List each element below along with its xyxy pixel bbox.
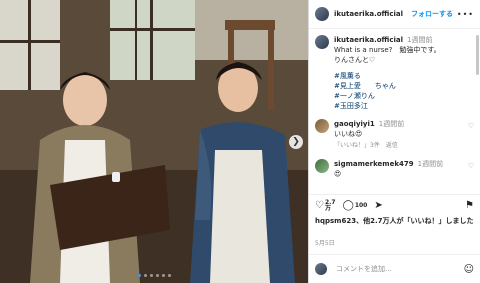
- likes-summary: hqpsm623、他2.7万人が「いいね！」しました: [315, 216, 475, 226]
- hashtag-link[interactable]: #見上愛 ちゃん: [334, 81, 474, 91]
- heart-icon[interactable]: ♡: [468, 122, 474, 130]
- heart-icon[interactable]: ♡: [468, 162, 474, 170]
- header-username[interactable]: ikutaerika.official: [334, 10, 403, 18]
- comments-area[interactable]: ikutaerika.official 1週間前 What is a nurse?…: [309, 29, 480, 201]
- reply-button[interactable]: 返信: [386, 142, 398, 149]
- avatar[interactable]: [315, 119, 329, 133]
- comment-item: gaoqiyiyi1 1週間前 いいね😍 「いいね！」3件 返信 ♡: [315, 119, 474, 151]
- hashtag-link[interactable]: #風薫る: [334, 71, 474, 81]
- caption: ikutaerika.official 1週間前 What is a nurse?…: [315, 35, 474, 111]
- comment-username[interactable]: gaoqiyiyi1: [334, 120, 375, 128]
- avatar[interactable]: [315, 159, 329, 173]
- carousel-dot[interactable]: [155, 274, 159, 277]
- hashtag-link[interactable]: #一ノ瀬りん: [334, 91, 474, 101]
- comment-time: 1週間前: [378, 120, 405, 128]
- avatar[interactable]: [315, 7, 329, 21]
- comments-count: 100: [354, 201, 368, 209]
- bookmark-icon[interactable]: ⚑: [465, 200, 474, 211]
- post-photo[interactable]: ❯: [0, 0, 308, 283]
- comment-icon[interactable]: ◯: [343, 200, 354, 211]
- like-button[interactable]: ♡ 2.7 万: [315, 199, 336, 212]
- comment-likes[interactable]: 「いいね！」3件: [334, 142, 380, 149]
- likes-count-unit: 万: [324, 204, 331, 212]
- likes-summary-text[interactable]: 他2.7万人が「いいね！」しました: [363, 217, 473, 225]
- carousel-dot[interactable]: [137, 274, 141, 277]
- comment-item: sigmamerkemek479 1週間前 😍 ♡: [315, 159, 474, 179]
- comment-time: 1週間前: [417, 160, 444, 168]
- carousel-dots: [0, 274, 308, 277]
- add-comment-bar: コメントを追加... ☺: [309, 254, 480, 283]
- post-modal: ❯ ikutaerika.official フォローする ••• ikutaer…: [0, 0, 480, 283]
- scrollbar[interactable]: [476, 35, 479, 75]
- heart-icon[interactable]: ♡: [315, 200, 324, 211]
- share-icon[interactable]: ➤: [374, 200, 382, 211]
- photo-illustration: [0, 0, 308, 283]
- emoji-icon[interactable]: ☺: [464, 264, 474, 275]
- follow-button[interactable]: フォローする: [411, 9, 453, 19]
- caption-line2: りんさんと♡: [334, 56, 376, 64]
- caption-username[interactable]: ikutaerika.official: [334, 36, 403, 44]
- action-bar: ♡ 2.7 万 ◯ 100 ➤ ⚑: [309, 194, 480, 216]
- post-header: ikutaerika.official フォローする •••: [309, 0, 480, 29]
- carousel-dot[interactable]: [143, 274, 147, 277]
- avatar[interactable]: [315, 35, 329, 49]
- carousel-dot[interactable]: [167, 274, 171, 277]
- caption-time: 1週間前: [407, 36, 433, 44]
- comment-text: いいね😍: [334, 130, 363, 138]
- post-date: 5月5日: [315, 240, 335, 247]
- liker-username[interactable]: hqpsm623、: [315, 217, 363, 225]
- carousel-dot[interactable]: [149, 274, 153, 277]
- carousel-dot[interactable]: [161, 274, 165, 277]
- comment-button[interactable]: ◯ 100: [343, 200, 368, 211]
- comment-text: 😍: [334, 170, 342, 178]
- add-comment-input[interactable]: コメントを追加...: [336, 264, 464, 274]
- hashtag-link[interactable]: #玉田多江: [334, 101, 474, 111]
- avatar: [315, 263, 327, 275]
- chevron-right-icon[interactable]: ❯: [289, 135, 303, 149]
- comment-username[interactable]: sigmamerkemek479: [334, 160, 414, 168]
- post-side-panel: ikutaerika.official フォローする ••• ikutaerik…: [308, 0, 480, 283]
- caption-line1: What is a nurse? 勉強中です。: [334, 46, 441, 54]
- more-options-icon[interactable]: •••: [457, 10, 474, 19]
